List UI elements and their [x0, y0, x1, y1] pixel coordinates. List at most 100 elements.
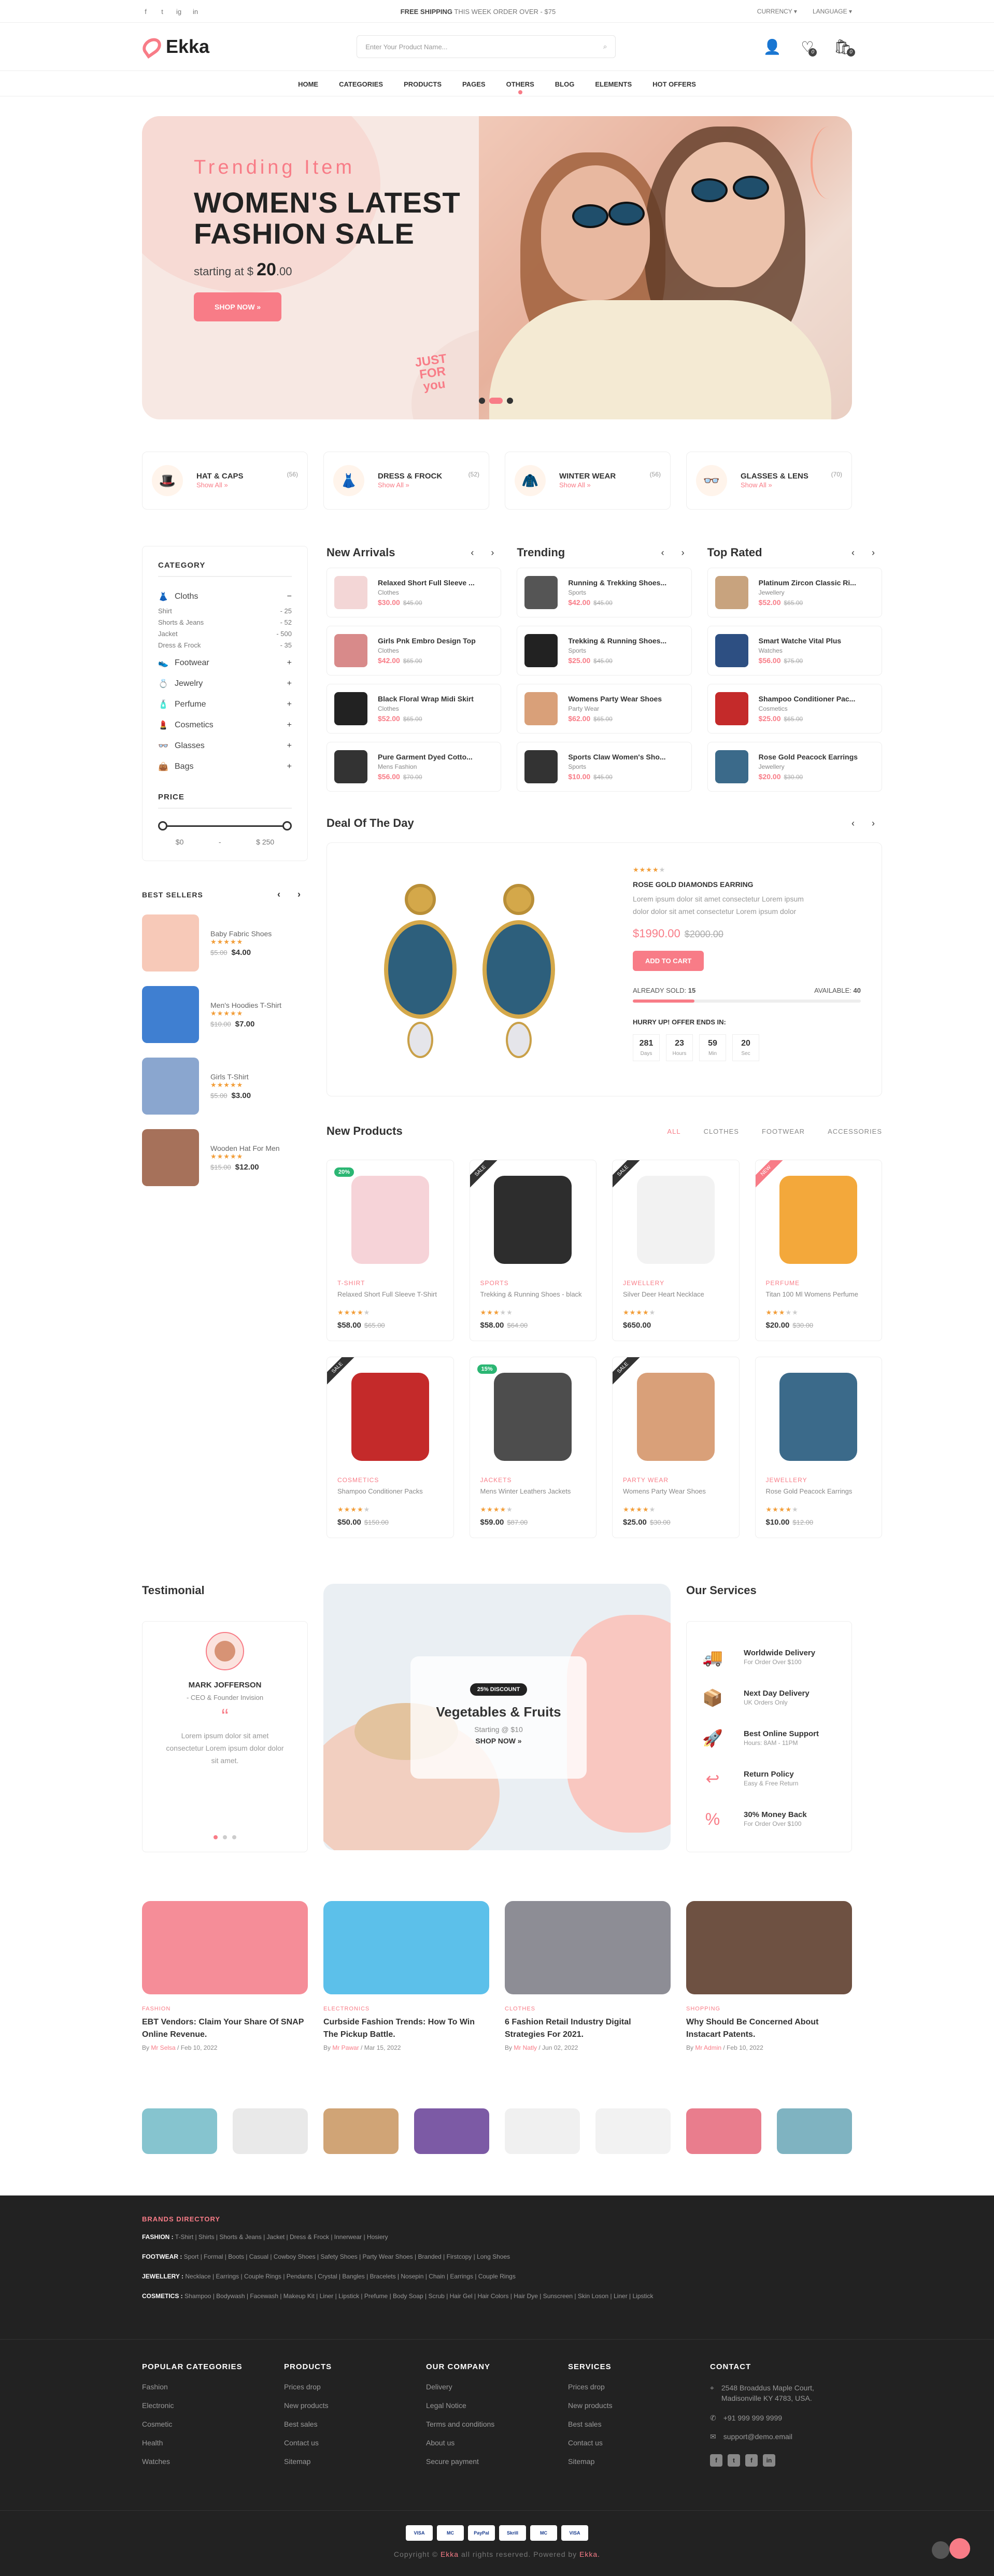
- product-name[interactable]: Sports Claw Women's Sho...: [568, 753, 665, 761]
- footer-link[interactable]: Contact us: [284, 2439, 426, 2457]
- footer-link[interactable]: New products: [284, 2401, 426, 2420]
- list-item[interactable]: Trekking & Running Shoes...Sports$25.00$…: [517, 626, 691, 675]
- category-card[interactable]: 🧥WINTER WEARShow All »(56): [505, 452, 671, 510]
- nav-elements[interactable]: ELEMENTS: [595, 80, 632, 88]
- list-arrows[interactable]: ‹ ›: [851, 547, 882, 558]
- nav-categories[interactable]: CATEGORIES: [339, 80, 383, 88]
- blog-card[interactable]: CLOTHES6 Fashion Retail Industry Digital…: [505, 1901, 671, 2051]
- twitter-icon[interactable]: t: [728, 2454, 740, 2467]
- slider-dot[interactable]: [232, 1835, 236, 1839]
- list-item[interactable]: Platinum Zircon Classic Ri...Jewellery$5…: [707, 568, 882, 617]
- footer-link[interactable]: New products: [568, 2401, 710, 2420]
- blog-title[interactable]: Curbside Fashion Trends: How To Win The …: [323, 2016, 489, 2041]
- footer-link[interactable]: Delivery: [426, 2383, 568, 2401]
- product-card[interactable]: NEWPERFUMETitan 100 Ml Womens Perfume★★★…: [755, 1160, 883, 1341]
- best-seller-item[interactable]: Men's Hoodies T-Shirt★★★★★$10.00$7.00: [142, 986, 308, 1043]
- nav-blog[interactable]: BLOG: [555, 80, 575, 88]
- blog-card[interactable]: SHOPPINGWhy Should Be Concerned About In…: [686, 1901, 852, 2051]
- deal-product-name[interactable]: ROSE GOLD DIAMONDS EARRING: [633, 880, 861, 889]
- instagram-icon[interactable]: ig: [175, 8, 182, 16]
- tab-clothes[interactable]: CLOTHES: [704, 1128, 739, 1135]
- product-name[interactable]: Womens Party Wear Shoes: [568, 695, 662, 703]
- tab-all[interactable]: ALL: [667, 1128, 680, 1135]
- blog-author[interactable]: Mr Natly: [514, 2044, 537, 2051]
- show-all-link[interactable]: Show All »: [741, 481, 772, 489]
- email[interactable]: support@demo.email: [723, 2432, 792, 2451]
- footer-link[interactable]: Contact us: [568, 2439, 710, 2457]
- nav-hot-offers[interactable]: HOT OFFERS: [652, 80, 696, 88]
- list-item[interactable]: Black Floral Wrap Midi SkirtClothes$52.0…: [326, 684, 501, 734]
- category-item-bags[interactable]: 👜Bags+: [158, 756, 292, 777]
- product-name[interactable]: Shampoo Conditioner Packs: [337, 1487, 443, 1505]
- subcategory-item[interactable]: Shorts & Jeans- 52: [158, 618, 292, 630]
- whatsapp-float-button[interactable]: [949, 2538, 970, 2559]
- show-all-link[interactable]: Show All »: [559, 481, 591, 489]
- list-item[interactable]: Shampoo Conditioner Pac...Cosmetics$25.0…: [707, 684, 882, 734]
- tab-accessories[interactable]: ACCESSORIES: [828, 1128, 882, 1135]
- shop-now-button[interactable]: SHOP NOW »: [194, 292, 281, 321]
- footer-link[interactable]: Electronic: [142, 2401, 284, 2420]
- list-arrows[interactable]: ‹ ›: [661, 547, 692, 558]
- language-dropdown[interactable]: LANGUAGE ▾: [813, 8, 852, 15]
- product-card[interactable]: 15%JACKETSMens Winter Leathers Jackets★★…: [470, 1357, 597, 1538]
- product-name[interactable]: Smart Watche Vital Plus: [759, 637, 842, 645]
- category-card[interactable]: 🎩HAT & CAPSShow All »(56): [142, 452, 308, 510]
- best-seller-item[interactable]: Girls T-Shirt★★★★★$5.00$3.00: [142, 1058, 308, 1115]
- best-sellers-arrows[interactable]: ‹ ›: [277, 889, 308, 900]
- price-min-handle[interactable]: [158, 821, 167, 830]
- footer-link[interactable]: Terms and conditions: [426, 2420, 568, 2439]
- list-item[interactable]: Sports Claw Women's Sho...Sports$10.00$4…: [517, 742, 691, 792]
- instagram-photo[interactable]: [142, 2108, 217, 2154]
- instagram-photo[interactable]: [595, 2108, 671, 2154]
- blog-title[interactable]: Why Should Be Concerned About Instacart …: [686, 2016, 852, 2041]
- list-arrows[interactable]: ‹ ›: [471, 547, 501, 558]
- blog-card[interactable]: ELECTRONICSCurbside Fashion Trends: How …: [323, 1901, 489, 2051]
- list-item[interactable]: Rose Gold Peacock EarringsJewellery$20.0…: [707, 742, 882, 792]
- slider-dot[interactable]: [223, 1835, 227, 1839]
- subcategory-item[interactable]: Dress & Frock- 35: [158, 641, 292, 653]
- product-name[interactable]: Womens Party Wear Shoes: [623, 1487, 729, 1505]
- list-item[interactable]: Pure Garment Dyed Cotto...Mens Fashion$5…: [326, 742, 501, 792]
- slider-dot[interactable]: [479, 398, 485, 404]
- facebook-icon[interactable]: f: [745, 2454, 758, 2467]
- category-item-perfume[interactable]: 🧴Perfume+: [158, 694, 292, 715]
- category-item-footwear[interactable]: 👟Footwear+: [158, 653, 292, 673]
- blog-author[interactable]: Mr Admin: [695, 2044, 721, 2051]
- product-name[interactable]: Mens Winter Leathers Jackets: [480, 1487, 586, 1505]
- product-name[interactable]: Platinum Zircon Classic Ri...: [759, 579, 856, 587]
- category-item-cosmetics[interactable]: 💄Cosmetics+: [158, 715, 292, 736]
- instagram-photo[interactable]: [414, 2108, 489, 2154]
- linkedin-icon[interactable]: in: [763, 2454, 775, 2467]
- nav-home[interactable]: HOME: [298, 80, 318, 88]
- slider-dot[interactable]: [507, 398, 513, 404]
- blog-author[interactable]: Mr Selsa: [151, 2044, 175, 2051]
- list-item[interactable]: Girls Pnk Embro Design TopClothes$42.00$…: [326, 626, 501, 675]
- facebook-icon[interactable]: f: [142, 8, 149, 16]
- product-name[interactable]: Silver Deer Heart Necklace: [623, 1290, 729, 1308]
- instagram-photo[interactable]: [777, 2108, 852, 2154]
- category-card[interactable]: 👓GLASSES & LENSShow All »(70): [686, 452, 852, 510]
- footer-link[interactable]: Health: [142, 2439, 284, 2457]
- price-slider[interactable]: [158, 818, 292, 834]
- product-name[interactable]: Running & Trekking Shoes...: [568, 579, 666, 587]
- category-item-cloths[interactable]: 👗Cloths−: [158, 586, 292, 607]
- footer-link[interactable]: Cosmetic: [142, 2420, 284, 2439]
- product-card[interactable]: JEWELLERYRose Gold Peacock Earrings★★★★★…: [755, 1357, 883, 1538]
- show-all-link[interactable]: Show All »: [378, 481, 409, 489]
- footer-link[interactable]: About us: [426, 2439, 568, 2457]
- nav-products[interactable]: PRODUCTS: [404, 80, 442, 88]
- blog-title[interactable]: 6 Fashion Retail Industry Digital Strate…: [505, 2016, 671, 2041]
- slider-dot-active[interactable]: [214, 1835, 218, 1839]
- blog-card[interactable]: FASHIONEBT Vendors: Claim Your Share Of …: [142, 1901, 308, 2051]
- show-all-link[interactable]: Show All »: [196, 481, 228, 489]
- product-name[interactable]: Shampoo Conditioner Pac...: [759, 695, 856, 703]
- twitter-icon[interactable]: t: [159, 8, 166, 16]
- footer-link[interactable]: Sitemap: [284, 2457, 426, 2476]
- product-name[interactable]: Pure Garment Dyed Cotto...: [378, 753, 473, 761]
- product-name[interactable]: Girls Pnk Embro Design Top: [378, 637, 476, 645]
- subcategory-item[interactable]: Jacket- 500: [158, 630, 292, 641]
- blog-image[interactable]: [505, 1901, 671, 1994]
- product-name[interactable]: Black Floral Wrap Midi Skirt: [378, 695, 474, 703]
- product-card[interactable]: 20%T-SHIRTRelaxed Short Full Sleeve T-Sh…: [326, 1160, 454, 1341]
- product-name[interactable]: Rose Gold Peacock Earrings: [766, 1487, 872, 1505]
